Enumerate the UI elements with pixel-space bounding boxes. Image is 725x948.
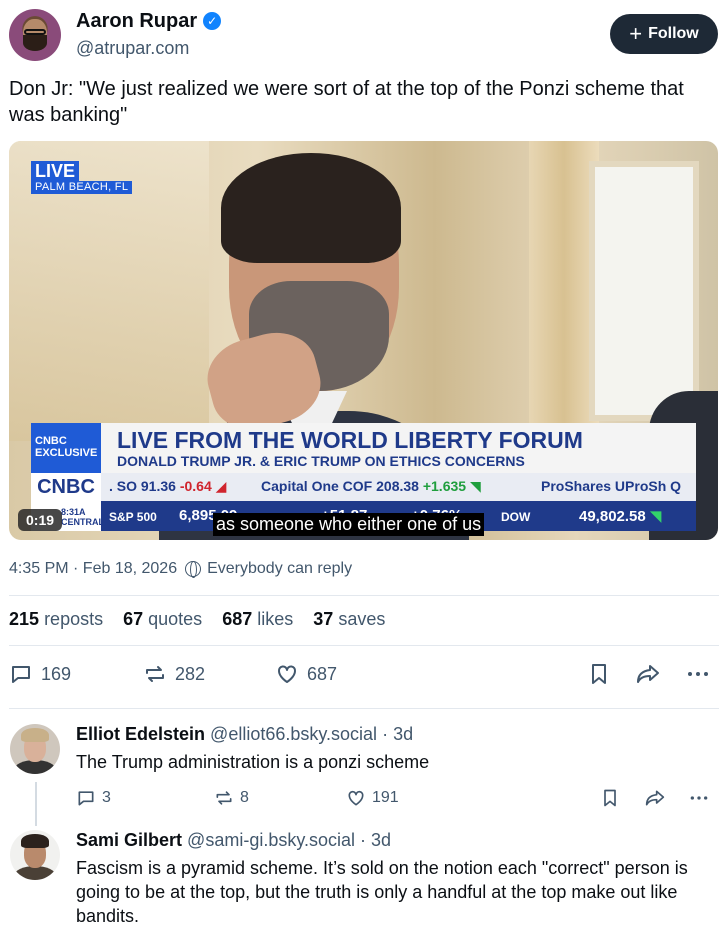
more-icon bbox=[688, 788, 710, 808]
reply-age: · 3d bbox=[382, 724, 414, 744]
heart-icon bbox=[346, 788, 366, 808]
ticker-item: . SO 91.36 -0.64 ◢ bbox=[109, 478, 227, 494]
reply-actions: 3 8 191 bbox=[76, 788, 716, 810]
globe-icon bbox=[185, 561, 202, 578]
video-player[interactable]: LIVE PALM BEACH, FL CNBC EXCLUSIVE LIVE … bbox=[9, 141, 718, 540]
cnbc-logo: CNBC bbox=[31, 473, 101, 501]
follow-label: Follow bbox=[648, 25, 699, 42]
share-button[interactable] bbox=[644, 788, 666, 808]
live-badge: LIVE bbox=[31, 161, 80, 181]
ticker-change: -0.64 bbox=[179, 478, 212, 494]
sp-label: S&P 500 bbox=[109, 510, 157, 524]
reply-author-handle[interactable]: @elliot66.bsky.social bbox=[210, 724, 377, 744]
author-name[interactable]: Aaron Rupar ✓ bbox=[76, 10, 222, 33]
more-button[interactable] bbox=[685, 662, 711, 686]
reply-count: 3 bbox=[102, 789, 111, 806]
divider bbox=[9, 645, 719, 646]
repost-count: 8 bbox=[240, 789, 249, 806]
location-label: PALM BEACH, FL bbox=[31, 181, 133, 194]
share-icon bbox=[635, 662, 661, 686]
reply-button[interactable]: 3 bbox=[76, 788, 111, 808]
bookmark-icon bbox=[600, 788, 620, 808]
repost-icon bbox=[214, 788, 234, 808]
reply-text: Fascism is a pyramid scheme. It’s sold o… bbox=[76, 858, 688, 926]
more-button[interactable] bbox=[688, 788, 710, 808]
divider bbox=[9, 708, 719, 709]
lower-third: CNBC EXCLUSIVE LIVE FROM THE WORLD LIBER… bbox=[31, 423, 696, 473]
reply-author-name[interactable]: Sami Gilbert bbox=[76, 830, 182, 850]
divider bbox=[9, 595, 719, 596]
follow-button[interactable]: + Follow bbox=[610, 14, 718, 54]
avatar[interactable] bbox=[9, 9, 61, 61]
video-timecode: 0:19 bbox=[18, 509, 63, 531]
reply-author-handle[interactable]: @sami-gi.bsky.social bbox=[187, 830, 355, 850]
bookmark-icon bbox=[587, 662, 611, 686]
ticker-item: ProShares UProSh Q bbox=[541, 478, 681, 494]
ticker-change: +1.635 bbox=[422, 478, 467, 494]
subheadline: DONALD TRUMP JR. & ERIC TRUMP ON ETHICS … bbox=[117, 453, 525, 469]
like-count: 687 bbox=[307, 663, 338, 684]
exclusive-badge: CNBC EXCLUSIVE bbox=[31, 423, 101, 473]
like-count: 191 bbox=[372, 789, 399, 806]
plus-icon: + bbox=[629, 21, 643, 46]
avatar[interactable] bbox=[10, 724, 60, 774]
dow-label: DOW bbox=[501, 510, 531, 524]
thread-line bbox=[35, 782, 37, 826]
reply-icon bbox=[9, 662, 33, 686]
ticker-name: ProShares UProSh Q bbox=[541, 478, 682, 494]
ticker-item: Capital One COF 208.38 +1.635 ◥ bbox=[261, 478, 481, 494]
avatar[interactable] bbox=[10, 830, 60, 880]
reply-setting: Everybody can reply bbox=[207, 560, 353, 577]
repost-icon bbox=[143, 662, 167, 686]
reply-icon bbox=[76, 788, 96, 808]
dow-value: 49,802.58 ◥ bbox=[579, 508, 662, 525]
reply-age: · 3d bbox=[360, 830, 392, 850]
ticker-name: . SO 91.36 bbox=[109, 478, 176, 494]
reposts-stat[interactable]: 215 reposts bbox=[9, 609, 103, 630]
reply-author[interactable]: Elliot Edelstein @elliot66.bsky.social ·… bbox=[76, 724, 413, 745]
repost-button[interactable]: 8 bbox=[214, 788, 249, 808]
headline: LIVE FROM THE WORLD LIBERTY FORUM bbox=[117, 427, 583, 453]
like-button[interactable]: 191 bbox=[346, 788, 399, 808]
post-text: Don Jr: "We just realized we were sort o… bbox=[9, 78, 684, 126]
ticker-name: Capital One COF 208.38 bbox=[261, 478, 419, 494]
timestamp[interactable]: 4:35 PM · Feb 18, 2026 bbox=[9, 560, 177, 578]
ticker-top: CNBC . SO 91.36 -0.64 ◢ Capital One COF … bbox=[31, 473, 696, 501]
share-icon bbox=[644, 788, 666, 808]
saves-stat[interactable]: 37 saves bbox=[313, 609, 385, 630]
reply-author[interactable]: Sami Gilbert @sami-gi.bsky.social · 3d bbox=[76, 830, 391, 851]
more-icon bbox=[685, 662, 711, 686]
post-meta: 4:35 PM · Feb 18, 2026 Everybody can rep… bbox=[9, 560, 352, 578]
reply-text: The Trump administration is a ponzi sche… bbox=[76, 752, 430, 772]
share-button[interactable] bbox=[635, 662, 661, 686]
heart-icon bbox=[275, 662, 299, 686]
repost-count: 282 bbox=[175, 663, 206, 684]
like-button[interactable]: 687 bbox=[275, 662, 337, 686]
post-stats: 215 reposts 67 quotes 687 likes 37 saves bbox=[9, 609, 385, 630]
reply-author-name[interactable]: Elliot Edelstein bbox=[76, 724, 205, 744]
bookmark-button[interactable] bbox=[600, 788, 620, 808]
verified-check-icon: ✓ bbox=[203, 12, 222, 30]
reply-count: 169 bbox=[41, 663, 72, 684]
quotes-stat[interactable]: 67 quotes bbox=[123, 609, 202, 630]
bookmark-button[interactable] bbox=[587, 662, 611, 686]
likes-stat[interactable]: 687 likes bbox=[222, 609, 293, 630]
post-header: Aaron Rupar ✓ @atrupar.com + Follow bbox=[8, 8, 720, 64]
reply-button[interactable]: 169 bbox=[9, 662, 71, 686]
post-actions: 169 282 687 bbox=[9, 662, 714, 690]
author-name-text[interactable]: Aaron Rupar bbox=[76, 10, 197, 32]
video-caption: as someone who either one of us bbox=[213, 513, 485, 536]
author-handle[interactable]: @atrupar.com bbox=[76, 38, 189, 59]
repost-button[interactable]: 282 bbox=[143, 662, 205, 686]
